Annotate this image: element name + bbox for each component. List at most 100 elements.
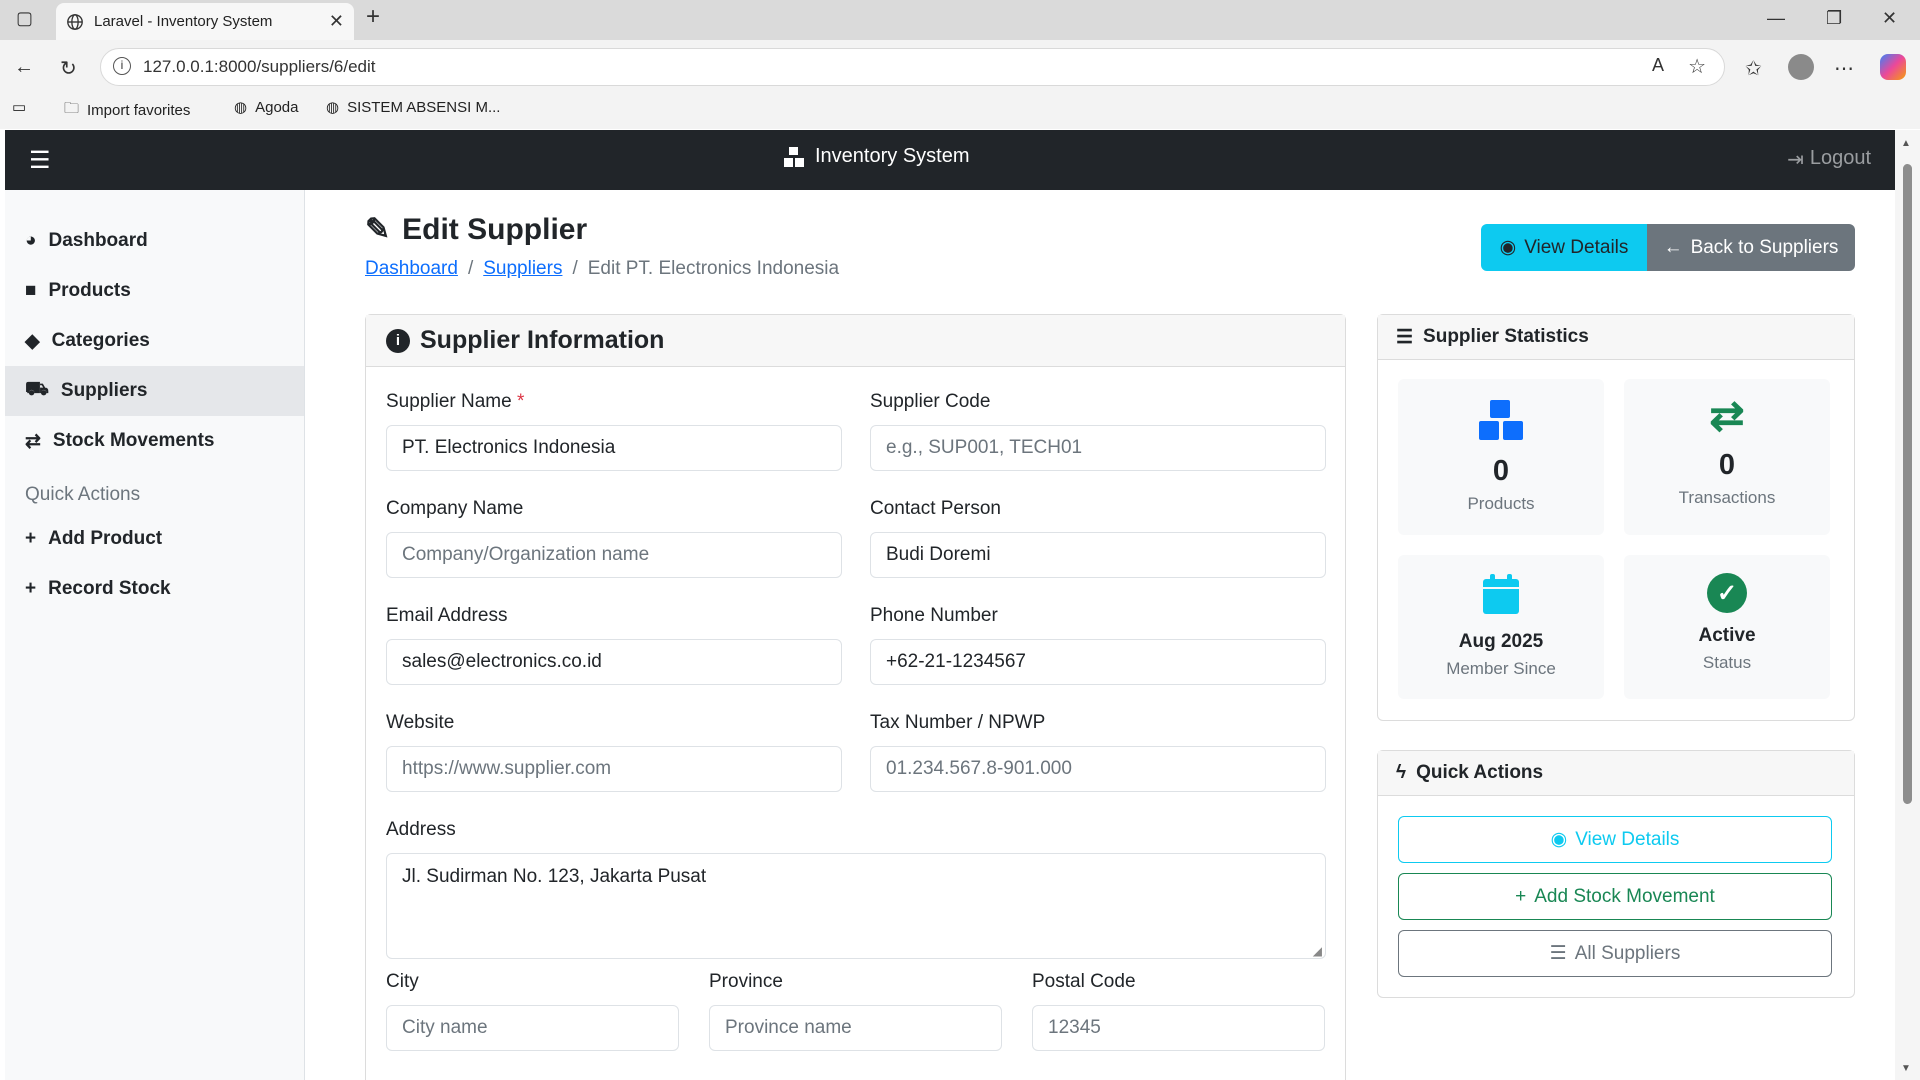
- supplier-name-input[interactable]: PT. Electronics Indonesia: [386, 425, 842, 471]
- tax-number-group: Tax Number / NPWP 01.234.567.8-901.000: [870, 712, 1326, 792]
- resize-handle-icon[interactable]: ◢: [1313, 944, 1322, 958]
- scrollbar-thumb[interactable]: [1903, 164, 1912, 804]
- address-label: Address: [386, 819, 456, 840]
- bookmark-import[interactable]: 🗀 Import favorites: [64, 98, 190, 123]
- back-to-suppliers-button[interactable]: ← Back to Suppliers: [1647, 224, 1855, 271]
- stat-status-label: Status: [1702, 653, 1752, 672]
- eye-icon: ◉: [1499, 237, 1517, 258]
- page-scrollbar[interactable]: ▲ ▼: [1895, 130, 1920, 1080]
- more-icon[interactable]: ⋯: [1834, 56, 1854, 81]
- city-input[interactable]: City name: [386, 1005, 679, 1051]
- hamburger-menu-icon[interactable]: ☰: [29, 146, 51, 175]
- sidebar-item-dashboard[interactable]: ◕ Dashboard: [5, 216, 304, 266]
- tags-icon: ◆: [25, 330, 40, 352]
- sidebar-add-product[interactable]: + Add Product: [5, 514, 304, 564]
- bookmark-agoda[interactable]: ◍ Agoda: [234, 98, 298, 117]
- website-input[interactable]: https://www.supplier.com: [386, 746, 842, 792]
- postal-code-input[interactable]: 12345: [1032, 1005, 1325, 1051]
- folder-icon: 🗀: [64, 100, 80, 117]
- qa-add-stock-movement-button[interactable]: + Add Stock Movement: [1398, 873, 1832, 920]
- tax-number-label: Tax Number / NPWP: [870, 712, 1046, 733]
- contact-person-group: Contact Person Budi Doremi: [870, 498, 1326, 578]
- chart-bar-icon: ☰: [1396, 326, 1414, 348]
- stat-transactions: ⇄ 0 Transactions: [1624, 379, 1830, 535]
- company-name-label: Company Name: [386, 498, 524, 519]
- box-icon: ■: [25, 280, 37, 301]
- quick-actions-card: ϟ Quick Actions ◉ View Details + Add Stock …: [1377, 750, 1855, 998]
- url-text: 127.0.0.1:8000/suppliers/6/edit: [143, 57, 376, 76]
- dashboard-gauge-icon: ◕: [25, 230, 37, 251]
- stat-member-label: Member Since: [1446, 659, 1556, 678]
- breadcrumb: Dashboard / Suppliers / Edit PT. Electroni…: [365, 258, 840, 280]
- maximize-icon[interactable]: ❐: [1826, 8, 1842, 29]
- qa-all-suppliers-button[interactable]: ☰ All Suppliers: [1398, 930, 1832, 977]
- sidebar-item-categories[interactable]: ◆ Categories: [5, 316, 304, 366]
- stat-status: ✓ Active Status: [1624, 555, 1830, 699]
- minimize-icon[interactable]: —: [1767, 8, 1785, 29]
- read-aloud-icon[interactable]: A: [1652, 55, 1664, 76]
- calendar-icon: [1483, 574, 1519, 614]
- province-input[interactable]: Province name: [709, 1005, 1002, 1051]
- boxes-icon: [784, 146, 804, 167]
- navbar-brand[interactable]: Inventory System: [783, 145, 970, 168]
- back-icon[interactable]: ←: [14, 56, 34, 79]
- boxes-icon: [1479, 400, 1523, 440]
- tax-number-input[interactable]: 01.234.567.8-901.000: [870, 746, 1326, 792]
- breadcrumb-suppliers[interactable]: Suppliers: [483, 258, 562, 280]
- copilot-icon[interactable]: [1880, 54, 1906, 80]
- view-details-button[interactable]: ◉ View Details: [1481, 224, 1647, 271]
- tab-title: Laravel - Inventory System: [94, 13, 273, 30]
- phone-input[interactable]: +62-21-1234567: [870, 639, 1326, 685]
- globe-icon: ◍: [326, 99, 340, 116]
- new-tab-icon[interactable]: +: [366, 3, 380, 31]
- site-info-icon[interactable]: i: [113, 57, 131, 75]
- bolt-icon: ϟ: [1396, 762, 1407, 783]
- scroll-down-icon[interactable]: ▼: [1901, 1063, 1911, 1074]
- supplier-info-card: i Supplier Information Supplier Name * P…: [365, 314, 1346, 1080]
- browser-tab[interactable]: Laravel - Inventory System ✕: [56, 3, 354, 40]
- supplier-statistics-card: ☰ Supplier Statistics 0 Products ⇄ 0 Tran…: [1377, 314, 1855, 721]
- city-label: City: [386, 971, 419, 992]
- quick-actions-header: ϟ Quick Actions: [1378, 751, 1854, 796]
- reload-icon[interactable]: ↻: [60, 56, 77, 81]
- contact-person-input[interactable]: Budi Doremi: [870, 532, 1326, 578]
- tab-actions-icon[interactable]: ▢: [16, 8, 33, 29]
- quick-actions-heading: Quick Actions: [25, 484, 141, 505]
- edit-icon: ✎: [365, 213, 391, 246]
- address-bar[interactable]: i 127.0.0.1:8000/suppliers/6/edit A ☆: [100, 48, 1725, 86]
- globe-icon: ◍: [234, 99, 248, 116]
- address-textarea[interactable]: Jl. Sudirman No. 123, Jakarta Pusat ◢: [386, 853, 1326, 959]
- company-name-input[interactable]: Company/Organization name: [386, 532, 842, 578]
- truck-icon: ⛟: [25, 379, 49, 400]
- website-label: Website: [386, 712, 455, 733]
- email-group: Email Address sales@electronics.co.id: [386, 605, 842, 685]
- province-group: Province Province name: [709, 971, 1002, 1051]
- company-name-group: Company Name Company/Organization name: [386, 498, 842, 578]
- exchange-icon: ⇄: [25, 430, 41, 452]
- main-content: ✎ Edit Supplier Dashboard / Suppliers / Edi…: [305, 190, 1895, 1080]
- bookmark-bar-icon[interactable]: ▭: [12, 98, 26, 116]
- email-input[interactable]: sales@electronics.co.id: [386, 639, 842, 685]
- website-group: Website https://www.supplier.com: [386, 712, 842, 792]
- supplier-code-input[interactable]: e.g., SUP001, TECH01: [870, 425, 1326, 471]
- close-window-icon[interactable]: ✕: [1882, 8, 1897, 29]
- stat-member-since: Aug 2025 Member Since: [1398, 555, 1604, 699]
- profile-avatar[interactable]: [1788, 54, 1814, 80]
- scroll-up-icon[interactable]: ▲: [1901, 138, 1911, 149]
- favorites-icon[interactable]: ✩: [1745, 56, 1762, 81]
- check-circle-icon: ✓: [1707, 573, 1747, 613]
- bookmark-absensi[interactable]: ◍ SISTEM ABSENSI M...: [326, 98, 500, 117]
- contact-person-label: Contact Person: [870, 498, 1001, 519]
- tab-strip: ▢ Laravel - Inventory System ✕ + — ❐ ✕: [0, 0, 1920, 40]
- stat-transactions-label: Transactions: [1678, 488, 1776, 507]
- sidebar-item-stock-movements[interactable]: ⇄ Stock Movements: [5, 416, 304, 466]
- sidebar-record-stock[interactable]: + Record Stock: [5, 564, 304, 614]
- qa-view-details-button[interactable]: ◉ View Details: [1398, 816, 1832, 863]
- logout-link[interactable]: ⇥ Logout: [1787, 147, 1871, 172]
- globe-icon: [67, 13, 83, 30]
- close-tab-icon[interactable]: ✕: [329, 11, 344, 32]
- favorite-star-icon[interactable]: ☆: [1688, 54, 1706, 79]
- sidebar-item-products[interactable]: ■ Products: [5, 266, 304, 316]
- breadcrumb-dashboard[interactable]: Dashboard: [365, 258, 458, 280]
- sidebar-item-suppliers[interactable]: ⛟ Suppliers: [5, 366, 304, 416]
